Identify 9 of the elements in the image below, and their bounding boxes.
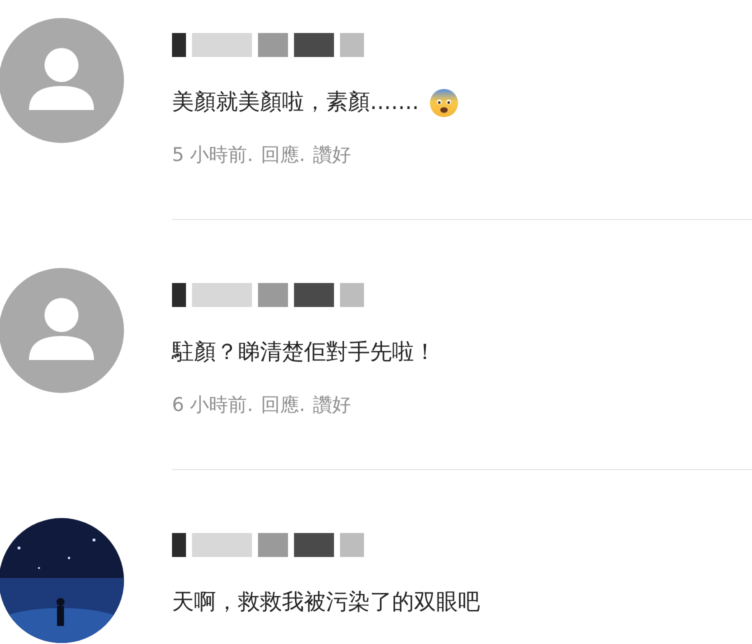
comment-text: 駐顏？睇清楚佢對手先啦！	[172, 339, 436, 367]
reply-link[interactable]: 回應.	[261, 391, 306, 419]
like-link[interactable]: 讚好	[313, 141, 352, 169]
like-link[interactable]: 讚好	[313, 391, 352, 419]
timestamp: 6 小時前.	[172, 393, 254, 418]
comment-text: 天啊，救救我被污染了的双眼吧	[172, 589, 480, 617]
comment-text: 美顏就美顏啦，素顏.......	[172, 89, 419, 117]
reply-link[interactable]: 回應.	[261, 141, 306, 169]
timestamp: 5 小時前.	[172, 143, 254, 168]
